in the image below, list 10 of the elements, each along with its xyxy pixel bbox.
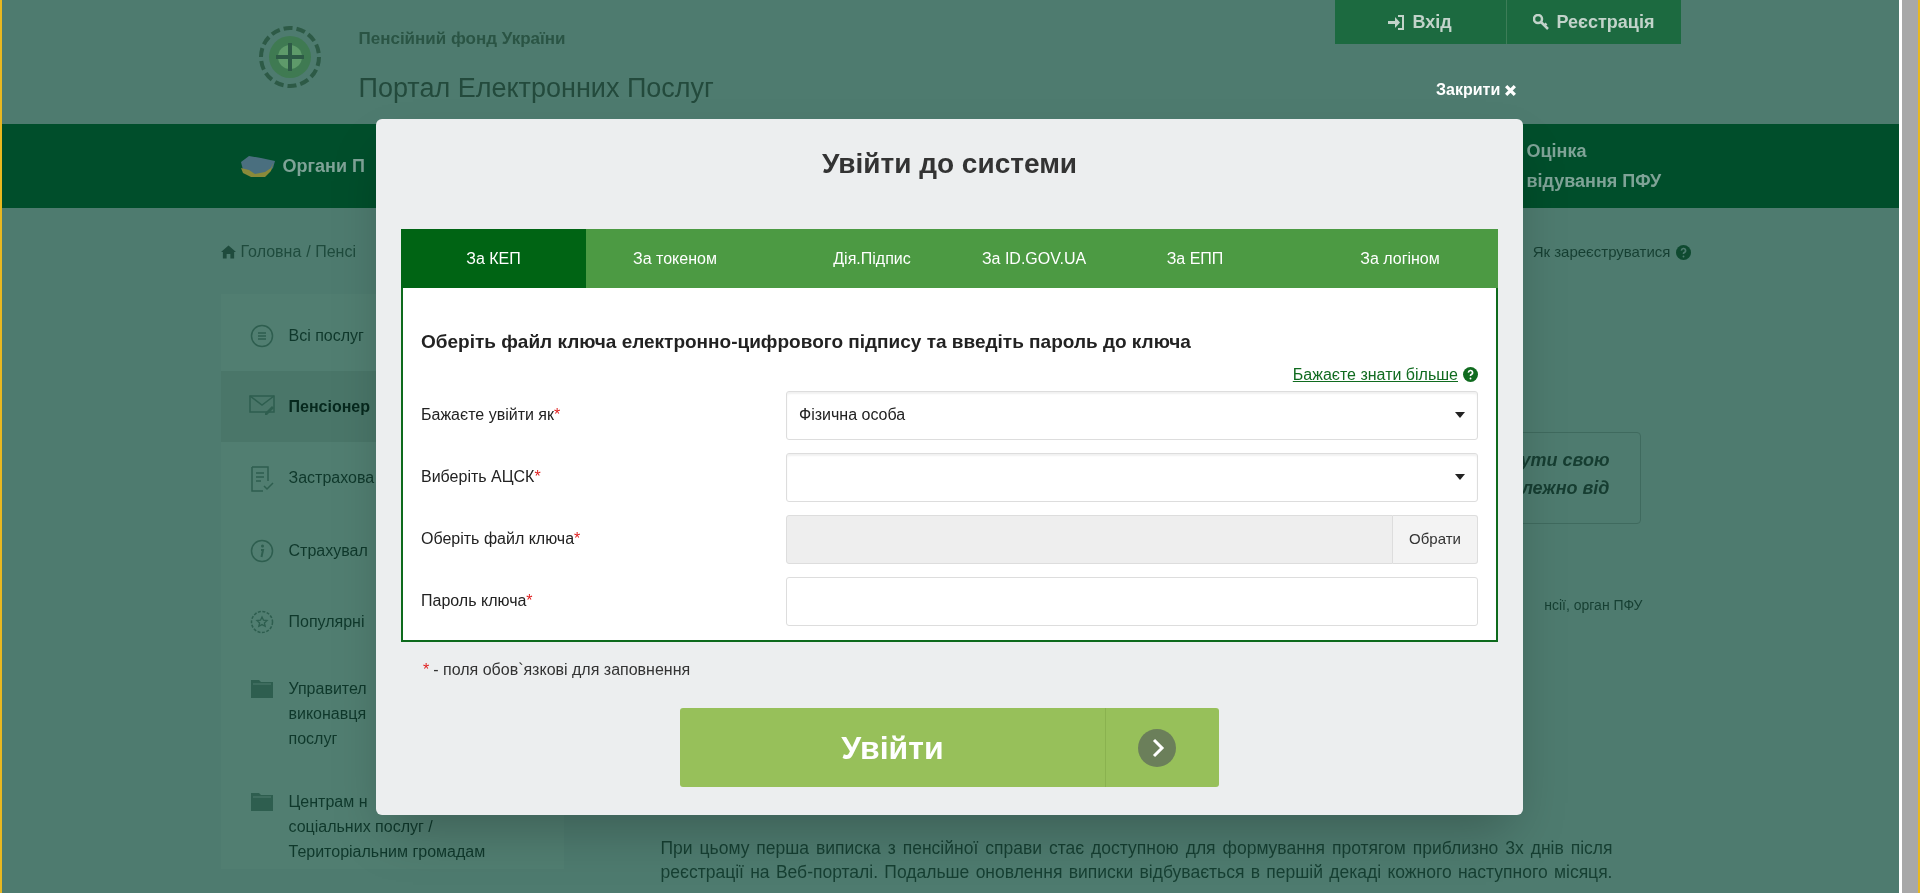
field-label: Пароль ключа* xyxy=(421,591,534,611)
field-label: Оберіть файл ключа* xyxy=(421,529,582,549)
info-paragraph: При цьому перша виписка з пенсійної справи стає доступною для формування протягом приблизно 3х днів після реєстрації на Веб-порталі. Подальше оновлення виписки відбувається в першій декаді кожного наступного місяця. xyxy=(660,837,1613,884)
body-text: нсії, орган ПФУ xyxy=(1544,596,1643,615)
required-note: - поля обов`язкові для заповнення xyxy=(433,660,691,680)
field-label: Бажаєте увійти як* xyxy=(421,405,562,425)
field-label: Виберіть АЦСК* xyxy=(421,467,542,487)
panel-heading: Оберіть файл ключа електронно-цифрового підпису та введіть пароль до ключа xyxy=(421,330,1192,354)
dialog-title: Увійти до системи xyxy=(821,147,1078,181)
required-mark: * xyxy=(423,660,430,680)
